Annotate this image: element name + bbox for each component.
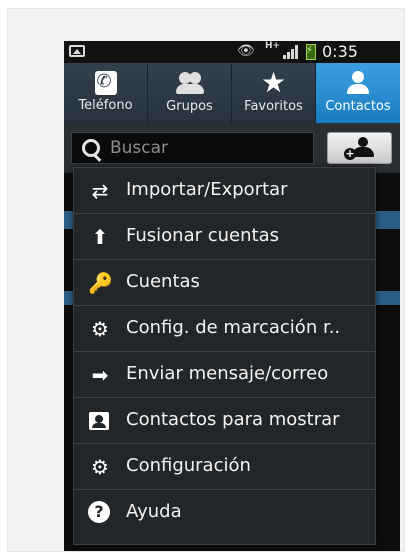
menu-item-label: Enviar mensaje/correo [126,363,329,384]
status-bar: 👁 H+ 0:35 [64,41,400,63]
tab-grupos[interactable]: Grupos [148,63,232,123]
menu-item-speed-dial[interactable]: ⚙ Config. de marcación r.. [74,306,375,352]
star-icon: ★ [260,66,287,99]
tab-telefono[interactable]: Teléfono [64,63,148,123]
merge-arrow-icon: ⬆ [91,225,109,249]
network-type-icon: H+ [265,41,281,51]
menu-item-label: Contactos para mostrar [126,409,340,430]
tab-label: Contactos [325,99,391,114]
speed-dial-settings-icon: ⚙ [91,317,109,341]
tab-contactos[interactable]: Contactos [316,63,400,123]
tab-bar: Teléfono Grupos ★ Favoritos Contactos [64,63,400,123]
menu-item-label: Configuración [126,455,251,476]
smart-stay-eye-icon: 👁 [237,43,255,59]
menu-item-import-export[interactable]: ⇄ Importar/Exportar [74,168,375,214]
search-row: Buscar + [64,123,400,173]
menu-item-settings[interactable]: ⚙ Configuración [74,444,375,490]
search-input[interactable]: Buscar [71,132,314,164]
key-icon: 🔑 [88,271,113,295]
plus-icon: + [344,147,356,160]
import-export-icon: ⇄ [91,179,109,203]
overflow-menu: ⇄ Importar/Exportar ⬆ Fusionar cuentas 🔑… [73,167,376,545]
arrow-right-icon: ➡ [91,363,109,387]
search-placeholder: Buscar [110,138,169,158]
menu-item-label: Config. de marcación r.. [126,317,341,338]
image-notification-icon [69,45,85,57]
tab-label: Grupos [166,99,213,114]
menu-item-label: Cuentas [126,271,200,292]
menu-item-label: Fusionar cuentas [126,225,279,246]
add-contact-button[interactable]: + [327,132,392,164]
menu-item-merge-accounts[interactable]: ⬆ Fusionar cuentas [74,214,375,260]
phone-icon [94,71,117,95]
status-time: 0:35 [322,42,358,61]
battery-charging-icon [306,44,316,60]
menu-item-contacts-to-display[interactable]: Contactos para mostrar [74,398,375,444]
contact-person-icon [344,70,372,96]
tab-label: Teléfono [78,98,133,113]
groups-icon [175,70,204,96]
signal-strength-icon [283,45,301,59]
help-icon: ? [88,501,110,523]
contact-card-icon [89,412,109,430]
menu-item-accounts[interactable]: 🔑 Cuentas [74,260,375,306]
menu-item-label: Ayuda [126,501,182,522]
tab-favoritos[interactable]: ★ Favoritos [232,63,316,123]
search-icon [82,139,100,157]
gear-icon: ⚙ [91,455,109,479]
menu-item-send-message[interactable]: ➡ Enviar mensaje/correo [74,352,375,398]
tab-label: Favoritos [244,99,303,114]
menu-item-help[interactable]: ? Ayuda [74,490,375,536]
add-contact-icon [358,137,368,147]
menu-item-label: Importar/Exportar [126,179,288,200]
